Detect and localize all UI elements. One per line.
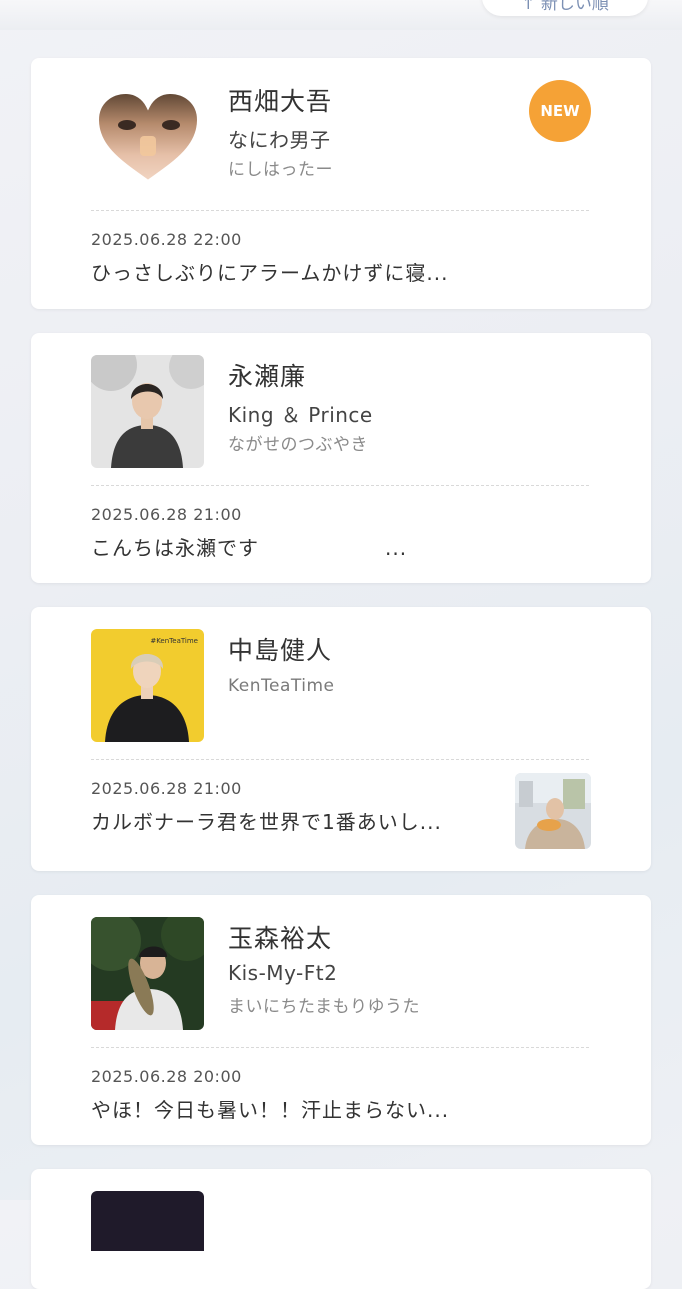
sort-label: ↑ 新しい順 — [521, 0, 609, 14]
author-name: 永瀬廉 — [228, 362, 307, 391]
group-name: King ＆ Prince — [228, 403, 373, 427]
blog-title: にしはったー — [228, 160, 333, 180]
blog-title: ながせのつぶやき — [228, 435, 368, 455]
person-photo-icon — [91, 355, 204, 468]
heart-avatar-icon — [94, 89, 202, 185]
post-preview: カルボナーラ君を世界で1番あいし... — [91, 810, 442, 834]
post-card[interactable]: 西畑大吾 なにわ男子 にしはったー NEW 2025.06.28 22:00 ひ… — [31, 58, 651, 309]
avatar — [91, 917, 204, 1030]
blog-title: KenTeaTime — [228, 676, 335, 696]
post-date: 2025.06.28 21:00 — [91, 779, 242, 798]
avatar — [91, 1191, 204, 1251]
post-preview: こんちは永瀬です ... — [91, 536, 408, 560]
author-name: 西畑大吾 — [228, 87, 333, 116]
avatar — [91, 355, 204, 468]
blog-title: まいにちたまもりゆうた — [228, 997, 420, 1017]
post-card[interactable] — [31, 1169, 651, 1289]
divider — [91, 759, 589, 760]
group-name: なにわ男子 — [228, 128, 331, 152]
group-name: Kis-My-Ft2 — [228, 961, 338, 985]
divider — [91, 210, 589, 211]
avatar — [93, 89, 203, 190]
post-card[interactable]: 永瀬廉 King ＆ Prince ながせのつぶやき 2025.06.28 21… — [31, 333, 651, 583]
person-photo-icon — [91, 917, 204, 1030]
post-date: 2025.06.28 20:00 — [91, 1067, 242, 1086]
post-date: 2025.06.28 21:00 — [91, 505, 242, 524]
post-date: 2025.06.28 22:00 — [91, 230, 242, 249]
avatar-caption: #KenTeaTime — [150, 637, 198, 645]
post-preview: やほ！今日も暑い！！汗止まらない... — [91, 1098, 450, 1122]
avatar: #KenTeaTime — [91, 629, 204, 742]
sort-button[interactable]: ↑ 新しい順 — [482, 0, 648, 16]
post-thumbnail — [515, 773, 591, 849]
author-name: 玉森裕太 — [228, 924, 333, 953]
person-photo-icon — [91, 629, 204, 742]
post-card[interactable]: #KenTeaTime 中島健人 KenTeaTime 2025.06.28 2… — [31, 607, 651, 871]
post-card[interactable]: 玉森裕太 Kis-My-Ft2 まいにちたまもりゆうた 2025.06.28 2… — [31, 895, 651, 1145]
post-preview: ひっさしぶりにアラームかけずに寝... — [91, 261, 449, 285]
divider — [91, 1047, 589, 1048]
author-name: 中島健人 — [228, 636, 333, 665]
photo-thumbnail-icon — [515, 773, 591, 849]
divider — [91, 485, 589, 486]
new-badge: NEW — [529, 80, 591, 142]
